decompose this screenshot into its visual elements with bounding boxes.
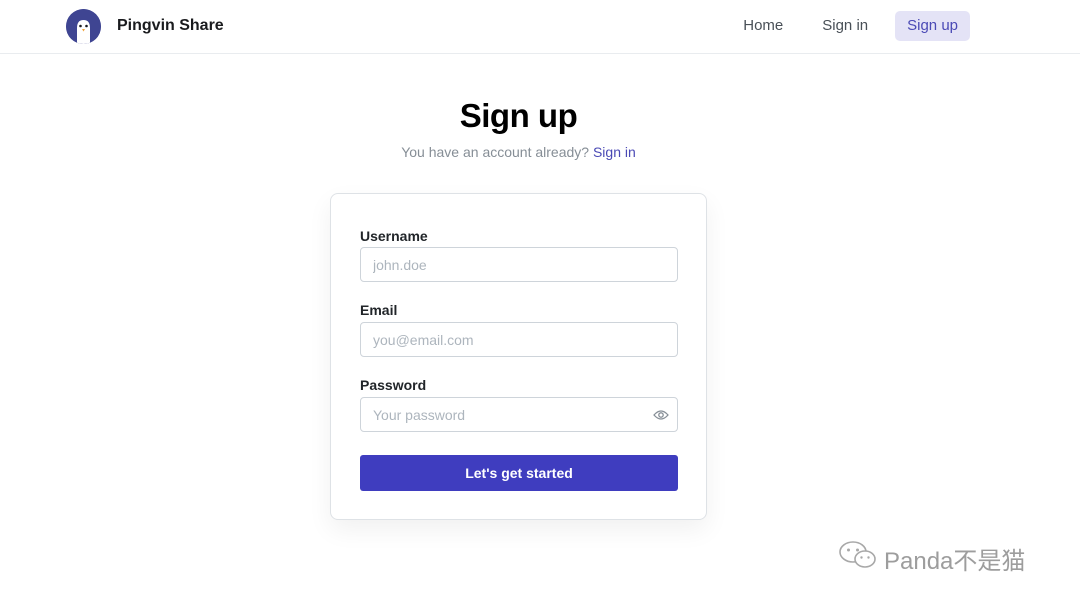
top-navbar: Pingvin Share Home Sign in Sign up (0, 0, 1080, 54)
password-input[interactable] (360, 397, 678, 432)
watermark: Panda不是猫 (838, 540, 1025, 577)
nav-sign-in-link[interactable]: Sign in (810, 11, 880, 41)
email-input[interactable] (360, 322, 678, 357)
get-started-button[interactable]: Let's get started (360, 455, 678, 491)
main-nav: Home Sign in Sign up (716, 11, 970, 41)
username-label: Username (360, 228, 428, 244)
password-label: Password (360, 377, 427, 393)
sign-in-link[interactable]: Sign in (593, 144, 636, 160)
nav-home-link[interactable]: Home (731, 11, 795, 41)
penguin-logo-icon (66, 8, 101, 44)
wechat-icon (838, 540, 884, 577)
username-input[interactable] (360, 247, 678, 282)
subtitle-text: You have an account already? (401, 144, 590, 160)
watermark-text: Panda不是猫 (884, 548, 1026, 575)
brand[interactable]: Pingvin Share (66, 8, 224, 44)
nav-sign-up-link[interactable]: Sign up (895, 11, 970, 41)
page-subtitle: You have an account already? Sign in (0, 144, 1037, 160)
brand-name: Pingvin Share (117, 17, 224, 34)
eye-icon[interactable] (653, 408, 669, 420)
signup-form-card: Username Email Password Let's get starte… (330, 193, 707, 520)
email-label: Email (360, 302, 398, 318)
page-title: Sign up (459, 97, 578, 134)
